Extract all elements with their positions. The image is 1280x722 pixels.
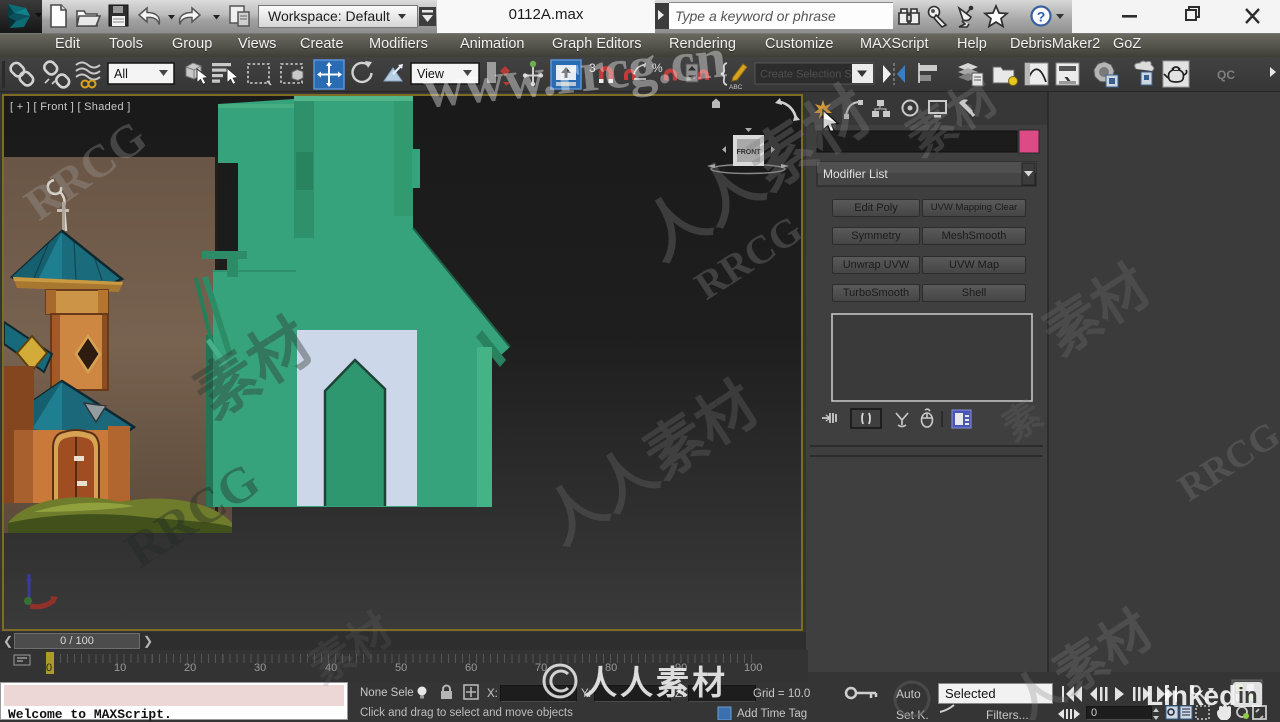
- svg-text:%: %: [652, 61, 663, 75]
- svg-text:FRONT: FRONT: [736, 149, 761, 156]
- svg-text:Modifier List: Modifier List: [823, 167, 888, 181]
- svg-text:View: View: [417, 67, 445, 81]
- svg-text:ABC: ABC: [729, 84, 743, 91]
- svg-text:QC: QC: [1217, 68, 1235, 82]
- svg-text:Create Selection S: Create Selection S: [760, 69, 852, 81]
- svg-text:All: All: [114, 67, 128, 81]
- svg-text:3: 3: [589, 61, 596, 75]
- svg-text:?: ?: [1037, 9, 1046, 25]
